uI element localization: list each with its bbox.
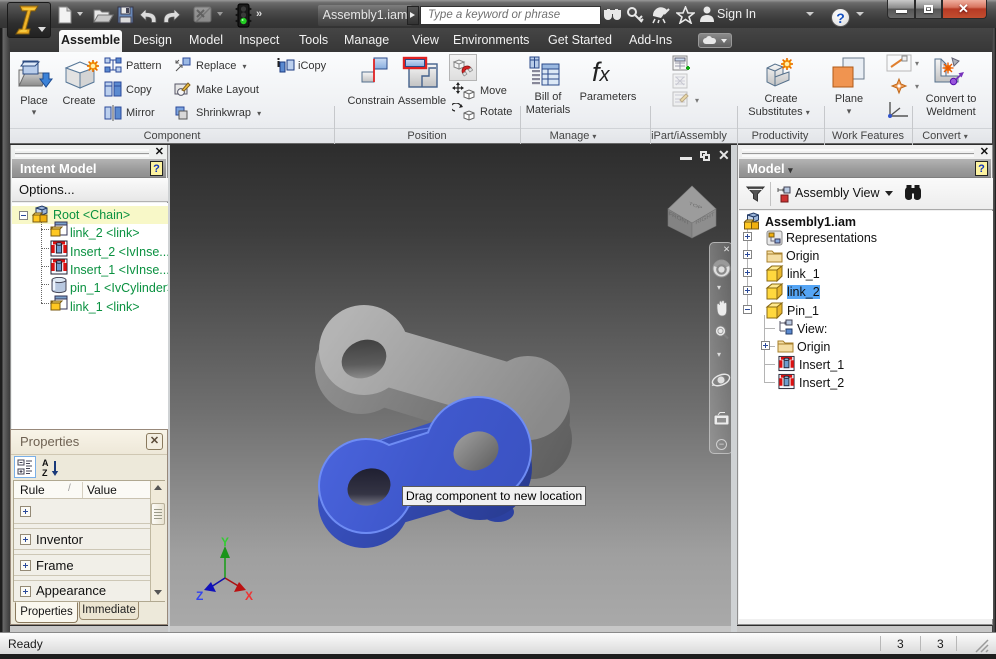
svg-text:X: X bbox=[245, 589, 253, 603]
svg-text:A: A bbox=[42, 458, 49, 468]
svg-text:Z: Z bbox=[42, 468, 48, 478]
svg-text:Z: Z bbox=[196, 589, 203, 603]
svg-text:Y: Y bbox=[221, 535, 229, 549]
